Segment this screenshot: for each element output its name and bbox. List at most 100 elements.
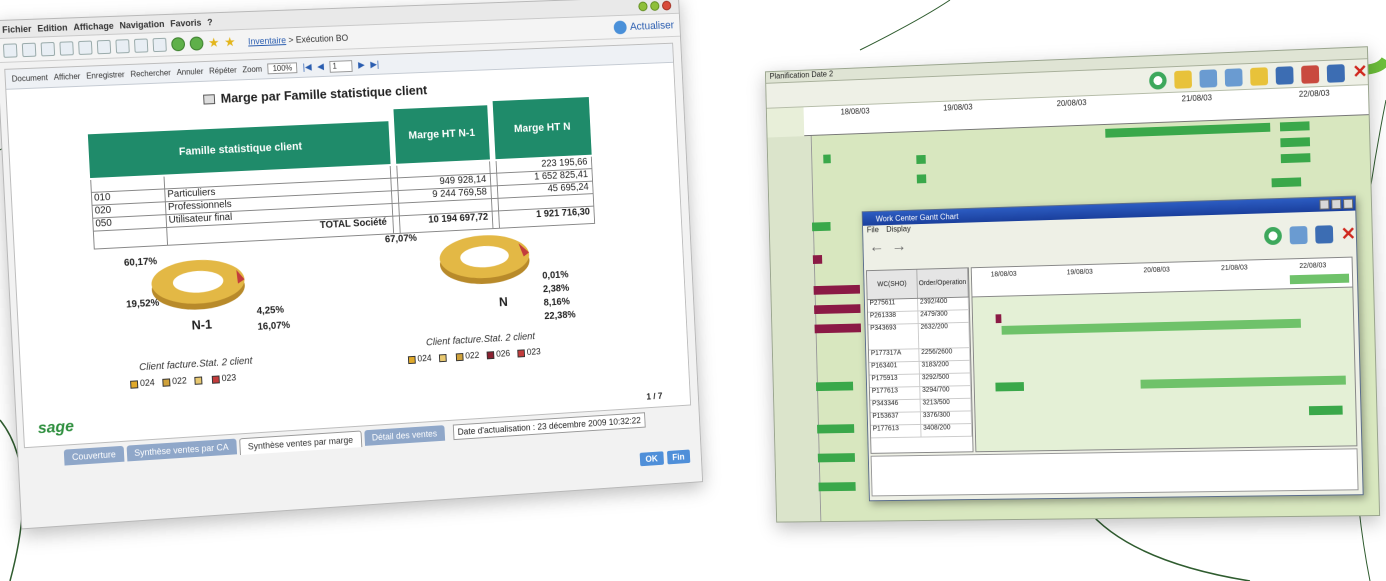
minimize-icon[interactable]	[1319, 199, 1330, 210]
close-icon[interactable]	[1343, 198, 1354, 209]
forward-arrow-icon[interactable]: →	[891, 238, 906, 256]
refresh-icon[interactable]	[1148, 70, 1167, 90]
legend-item: 023	[517, 346, 541, 358]
gantt-bar[interactable]	[817, 424, 855, 434]
gantt-bar[interactable]	[823, 154, 831, 164]
last-page-arrow-icon[interactable]: ▶|	[370, 59, 379, 70]
gantt-bar[interactable]	[811, 222, 831, 232]
tab-detail-ventes[interactable]: Détail des ventes	[363, 425, 445, 446]
maximize-icon[interactable]	[649, 0, 660, 11]
gantt-bar[interactable]	[916, 154, 926, 165]
page-input[interactable]: 1	[329, 59, 353, 73]
gantt-bar[interactable]	[1308, 405, 1343, 416]
prev-page-icon[interactable]	[59, 40, 74, 56]
gantt-bar[interactable]	[995, 382, 1025, 392]
refresh-button[interactable]: Actualiser	[613, 18, 674, 34]
repeter-button[interactable]: Répéter	[209, 66, 237, 76]
paste-icon[interactable]	[152, 37, 167, 52]
copy-icon[interactable]	[133, 37, 149, 53]
gantt-window: Planification Date 2 ✕ 18/08/03 19/08/03…	[764, 46, 1381, 523]
pct-label: 2,38%	[542, 283, 570, 296]
gantt-bar[interactable]	[916, 174, 927, 184]
web-icon[interactable]	[189, 35, 204, 51]
donut-chart-n1	[150, 257, 246, 312]
zoom-select[interactable]: 100%	[267, 62, 298, 75]
table-row[interactable]: P343693 2632/200	[868, 322, 970, 351]
prev-page-arrow-icon[interactable]: ◀	[317, 61, 324, 72]
gantt-bar[interactable]	[815, 381, 854, 392]
menu-fichier[interactable]: Fichier	[2, 23, 32, 34]
first-page-arrow-icon[interactable]: |◀	[302, 62, 311, 73]
favorite-add-icon[interactable]: ★	[224, 34, 236, 49]
star-icon[interactable]: ★	[208, 34, 220, 49]
gantt-bar[interactable]	[995, 314, 1002, 324]
menu-navigation[interactable]: Navigation	[119, 18, 164, 30]
tab-couverture[interactable]: Couverture	[63, 445, 125, 466]
filter-icon[interactable]	[1174, 69, 1192, 89]
globe-icon[interactable]	[170, 36, 186, 51]
refresh-icon	[613, 20, 627, 34]
page-indicator: 1 / 7	[646, 390, 663, 402]
menu-affichage[interactable]: Affichage	[73, 20, 114, 31]
tab-synthese-ca[interactable]: Synthèse ventes par CA	[126, 438, 237, 462]
first-page-icon[interactable]	[40, 41, 56, 56]
gantt-bar[interactable]	[1140, 375, 1346, 389]
minimize-icon[interactable]	[638, 1, 648, 11]
gantt-bar[interactable]	[814, 323, 862, 334]
gantt-bar[interactable]	[1279, 121, 1310, 132]
close-icon[interactable]: ✕	[1341, 223, 1357, 244]
gantt-bar[interactable]	[1001, 318, 1301, 335]
print-icon[interactable]	[21, 42, 37, 57]
close-icon[interactable]	[661, 0, 672, 11]
gantt-bar[interactable]	[1105, 122, 1271, 138]
link-icon[interactable]	[1314, 225, 1334, 244]
gantt-bar[interactable]	[813, 284, 861, 295]
gantt-bar[interactable]	[1271, 177, 1302, 188]
enregistrer-button[interactable]: Enregistrer	[86, 70, 125, 80]
settings-icon[interactable]	[1326, 63, 1345, 83]
back-arrow-icon[interactable]: ←	[869, 239, 884, 257]
calendar-icon[interactable]	[1224, 67, 1243, 87]
next-page-icon[interactable]	[78, 40, 93, 55]
import-icon[interactable]	[1249, 66, 1269, 86]
breadcrumb: Inventaire > Exécution BO	[248, 32, 349, 46]
column-header-order: Order/Operation	[917, 268, 969, 298]
refresh-icon[interactable]	[1263, 226, 1282, 246]
tab-synthese-marge[interactable]: Synthèse ventes par marge	[238, 430, 362, 455]
menu-file[interactable]: File	[867, 225, 879, 237]
menu-display[interactable]: Display	[886, 224, 911, 236]
gantt-bar[interactable]	[812, 255, 823, 264]
gantt-bar[interactable]	[1289, 273, 1350, 285]
gantt-bar[interactable]	[1280, 153, 1311, 164]
save-icon[interactable]	[2, 42, 18, 58]
pct-label: 4,25%	[256, 304, 285, 318]
last-page-icon[interactable]	[96, 39, 112, 54]
chart-icon[interactable]	[1289, 225, 1308, 245]
breadcrumb-link[interactable]: Inventaire	[248, 35, 286, 46]
dialog-gantt-area: 18/08/03 19/08/03 20/08/03 21/08/03 22/0…	[970, 256, 1358, 453]
gantt-bar[interactable]	[818, 482, 856, 492]
menu-edition[interactable]: Edition	[37, 22, 68, 33]
gantt-bar[interactable]	[1280, 137, 1311, 148]
gantt-bar[interactable]	[814, 304, 861, 315]
fin-button[interactable]: Fin	[666, 449, 691, 465]
gantt-bar[interactable]	[817, 453, 855, 463]
report-icon[interactable]	[1300, 64, 1320, 84]
cut-icon[interactable]	[115, 38, 130, 54]
maximize-icon[interactable]	[1331, 199, 1342, 210]
resource-column	[767, 135, 822, 522]
menu-favoris[interactable]: Favoris	[170, 17, 202, 28]
document-menu[interactable]: Document	[11, 73, 48, 83]
next-page-arrow-icon[interactable]: ▶	[358, 60, 365, 71]
legend-item	[194, 374, 204, 385]
chart-icon[interactable]	[1199, 68, 1218, 88]
afficher-menu[interactable]: Afficher	[54, 72, 81, 82]
close-icon[interactable]: ✕	[1352, 61, 1368, 83]
menu-help[interactable]: ?	[207, 17, 213, 27]
ok-button[interactable]: OK	[639, 451, 664, 467]
export-icon[interactable]	[1275, 65, 1294, 85]
table-row[interactable]: P177613 3408/200	[870, 424, 973, 439]
annuler-button[interactable]: Annuler	[176, 67, 203, 77]
table-header: WC(SHO) Order/Operation	[866, 268, 969, 301]
rechercher-button[interactable]: Rechercher	[130, 68, 171, 79]
